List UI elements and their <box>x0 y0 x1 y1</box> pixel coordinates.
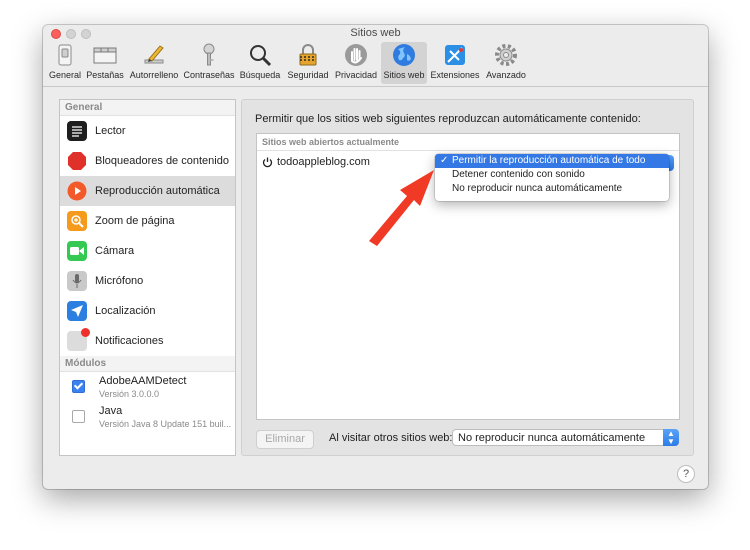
annotation-arrow-icon <box>369 170 434 246</box>
